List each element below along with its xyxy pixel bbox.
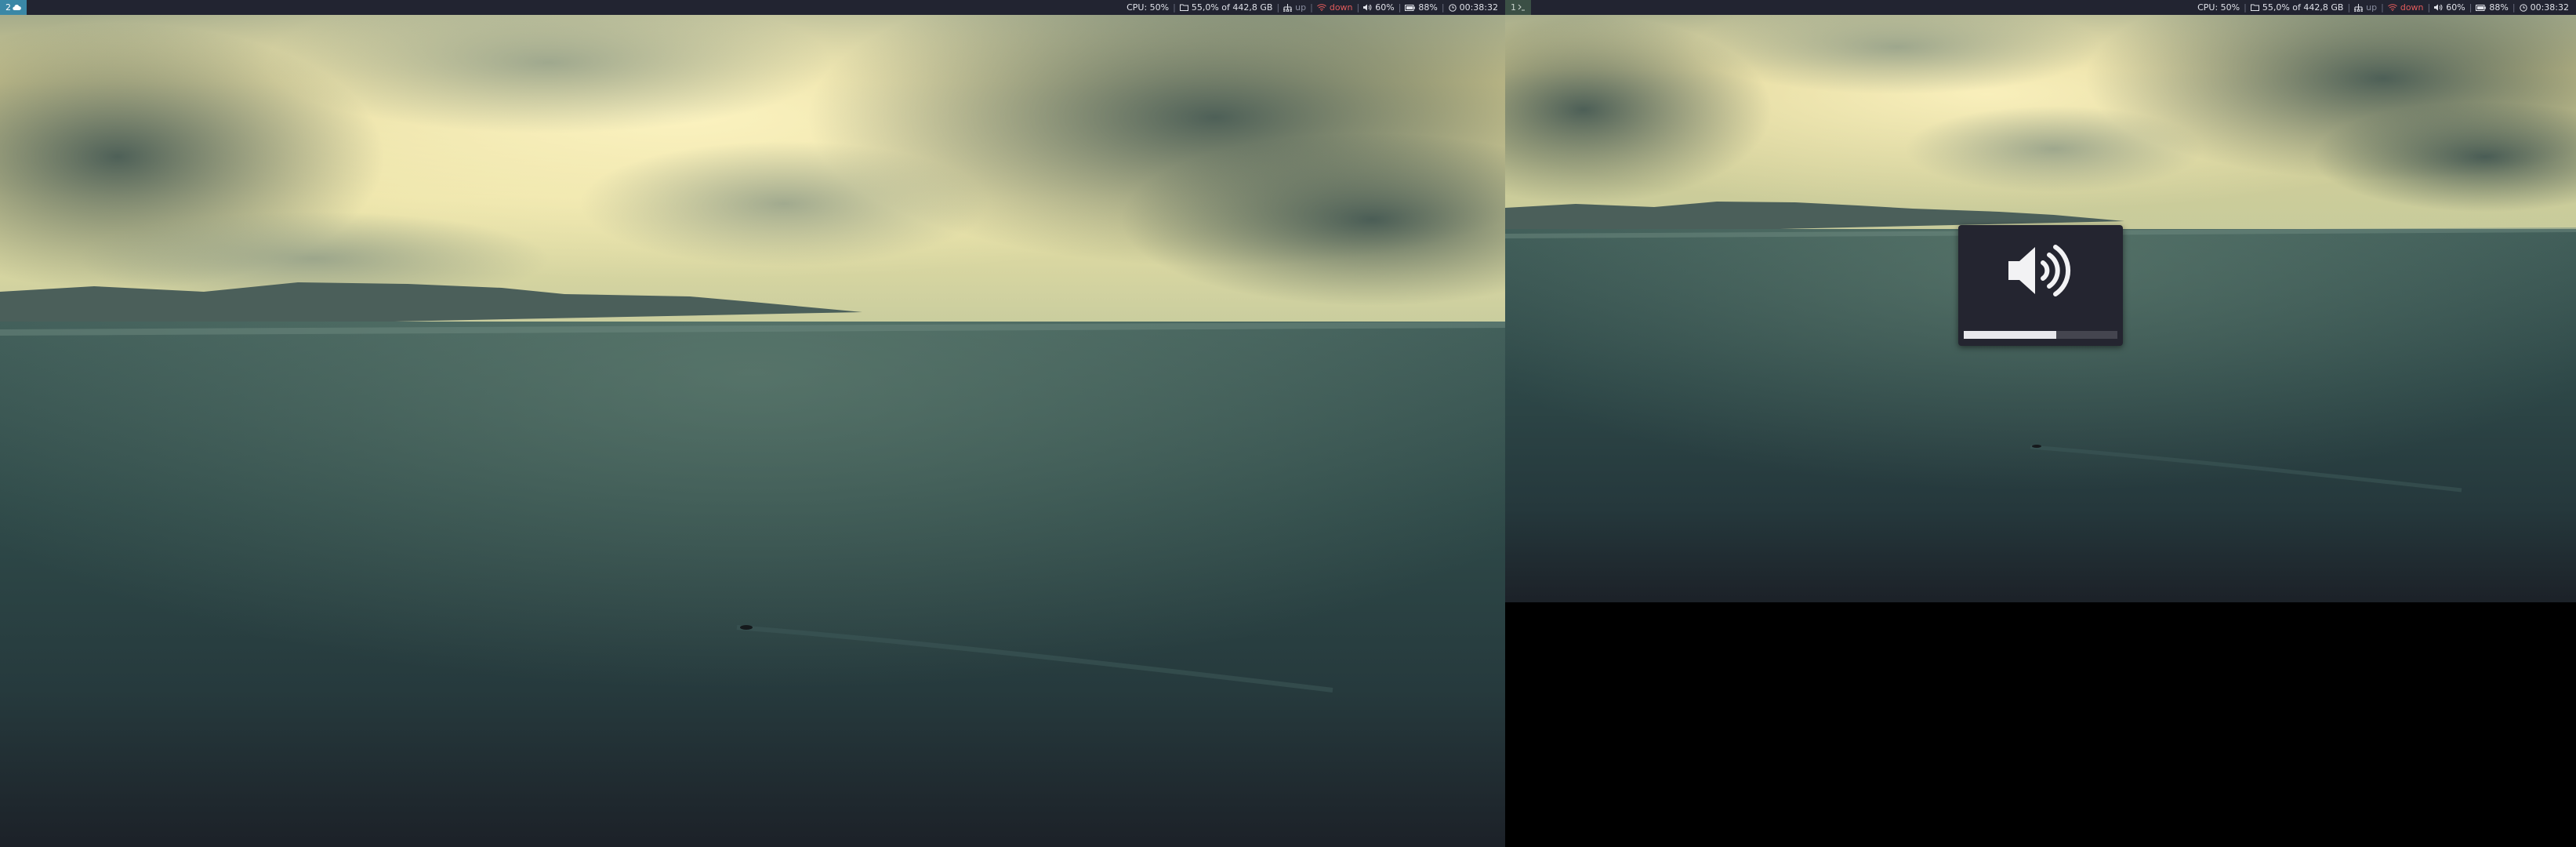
volume-text: 60%: [2446, 2, 2465, 13]
right-monitor: 1 CPU: 50% | 55,0% of 442,8 GB | up | do…: [1505, 0, 2576, 602]
speaker-icon: [1363, 4, 1372, 11]
clock-icon: [1448, 3, 1457, 12]
ethernet-text: up: [2366, 2, 2378, 13]
workspace-label: 1: [1511, 2, 1516, 13]
battery-block: 88%: [1401, 2, 1441, 13]
wifi-icon: [1317, 4, 1326, 11]
speaker-volume-icon: [2005, 239, 2076, 305]
boat-icon: [740, 625, 753, 630]
clock-text: 00:38:32: [2530, 2, 2569, 13]
ethernet-block: up: [2350, 2, 2381, 13]
wifi-text: down: [1329, 2, 1353, 13]
status-blocks: CPU: 50% | 55,0% of 442,8 GB | up | down…: [2193, 0, 2576, 15]
wifi-text: down: [2400, 2, 2424, 13]
ethernet-block: up: [1279, 2, 1310, 13]
desktop-wallpaper: [0, 0, 1505, 847]
disk-text: 55,0% of 442,8 GB: [1191, 2, 1273, 13]
ethernet-text: up: [1295, 2, 1307, 13]
battery-text: 88%: [2489, 2, 2509, 13]
volume-block[interactable]: 60%: [1359, 2, 1398, 13]
disk-block: 55,0% of 442,8 GB: [2247, 2, 2348, 13]
cpu-block: CPU: 50%: [2193, 2, 2244, 13]
workspace-list: 2: [0, 0, 27, 15]
disk-text: 55,0% of 442,8 GB: [2262, 2, 2344, 13]
status-blocks: CPU: 50% | 55,0% of 442,8 GB | up | down…: [1123, 0, 1505, 15]
clock-block: 00:38:32: [1445, 2, 1502, 13]
cpu-text: CPU: 50%: [1127, 2, 1170, 13]
cpu-text: CPU: 50%: [2197, 2, 2240, 13]
clock-icon: [2519, 3, 2527, 12]
volume-level-fill: [1964, 331, 2056, 339]
clock-block: 00:38:32: [2516, 2, 2573, 13]
workspace-label: 2: [5, 2, 11, 13]
disk-block: 55,0% of 442,8 GB: [1176, 2, 1277, 13]
volume-level-bar: [1964, 331, 2117, 339]
top-status-bar-right: 1 CPU: 50% | 55,0% of 442,8 GB | up | do…: [1505, 0, 2576, 15]
cloud-icon: [13, 4, 21, 11]
speaker-icon: [2434, 4, 2443, 11]
volume-block[interactable]: 60%: [2430, 2, 2469, 13]
top-status-bar-left: 2 CPU: 50% | 55,0% of 442,8 GB | up | do…: [0, 0, 1505, 15]
battery-block: 88%: [2472, 2, 2512, 13]
wifi-icon: [2388, 4, 2397, 11]
wifi-block: down: [1313, 2, 1357, 13]
folder-icon: [2250, 4, 2259, 11]
ethernet-icon: [2354, 3, 2364, 12]
workspace-list: 1: [1505, 0, 1531, 15]
volume-osd-popup: [1958, 225, 2123, 346]
folder-icon: [1179, 4, 1188, 11]
workspace-button-1[interactable]: 1: [1505, 0, 1531, 15]
workspace-button-2[interactable]: 2: [0, 0, 27, 15]
battery-icon: [1405, 4, 1416, 11]
battery-icon: [2476, 4, 2487, 11]
ethernet-icon: [1283, 3, 1293, 12]
clock-text: 00:38:32: [1459, 2, 1498, 13]
wifi-block: down: [2384, 2, 2428, 13]
volume-text: 60%: [1375, 2, 1395, 13]
left-monitor: 2 CPU: 50% | 55,0% of 442,8 GB | up | do…: [0, 0, 1505, 847]
battery-text: 88%: [1418, 2, 1438, 13]
cpu-block: CPU: 50%: [1123, 2, 1173, 13]
terminal-icon: [1518, 4, 1526, 11]
